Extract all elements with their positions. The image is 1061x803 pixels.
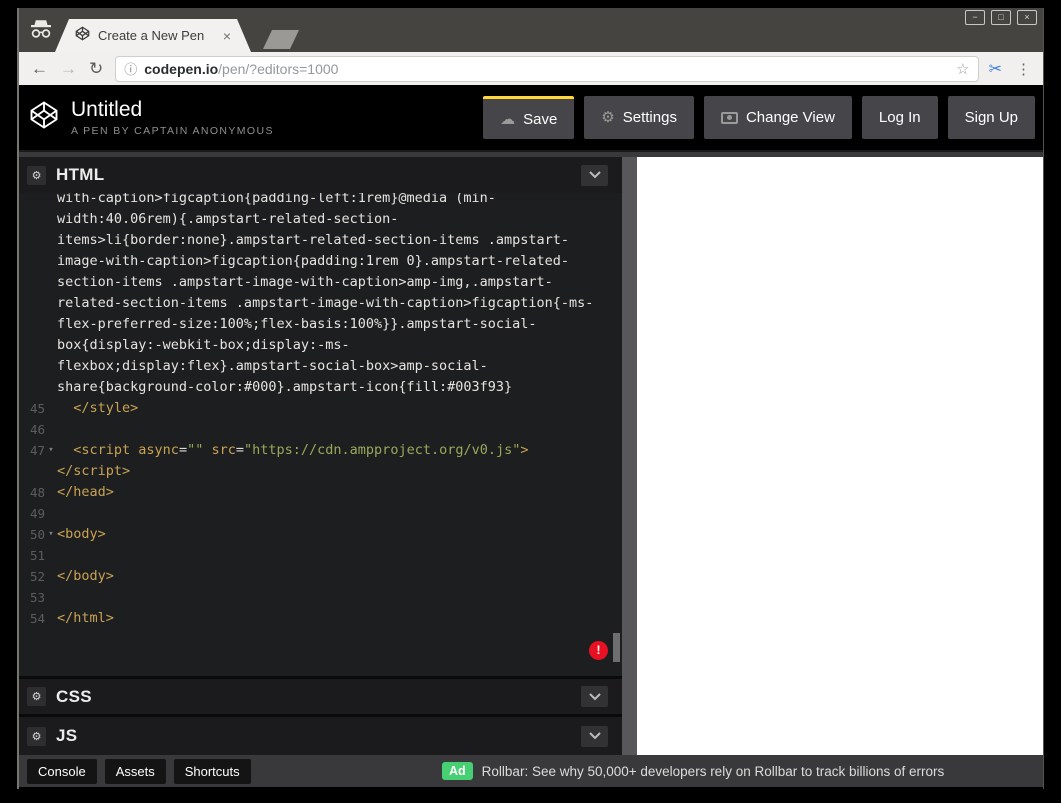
fold-marker-icon[interactable]: ▾	[45, 524, 57, 545]
login-label: Log In	[879, 109, 921, 126]
screen-icon	[721, 112, 738, 124]
chevron-down-icon	[589, 693, 601, 701]
settings-button[interactable]: ⚙ Settings	[584, 96, 694, 139]
url-domain: codepen.io	[144, 61, 218, 77]
preview-pane	[637, 157, 1043, 755]
html-code-editor[interactable]: with-caption>figcaption{padding-left:1re…	[19, 193, 622, 676]
header-actions: ☁ Save ⚙ Settings Change View Log In Sig…	[483, 96, 1035, 139]
chevron-down-icon	[589, 732, 601, 740]
js-panel-label: JS	[56, 726, 77, 746]
html-panel-label: HTML	[56, 165, 104, 185]
js-panel-header: ⚙ JS	[19, 714, 622, 755]
code-line: 51	[19, 545, 622, 566]
extension-scissors-icon[interactable]: ✂	[989, 59, 1002, 79]
tab-close-icon[interactable]: ×	[223, 28, 231, 44]
save-button[interactable]: ☁ Save	[483, 96, 574, 139]
code-line: flex-preferred-size:100%;flex-basis:100%…	[19, 314, 622, 335]
code-line: </script>	[19, 461, 622, 482]
minimize-button[interactable]: −	[965, 10, 985, 25]
code-line: 53	[19, 587, 622, 608]
html-settings-gear-icon[interactable]: ⚙	[27, 166, 46, 185]
pen-author: A PEN BY CAPTAIN ANONYMOUS	[71, 125, 274, 137]
back-icon[interactable]: ←	[31, 60, 48, 77]
tab-title: Create a New Pen	[98, 28, 217, 43]
code-line: 46	[19, 419, 622, 440]
editor-column: ⚙ HTML with-caption>figcaption{padding-l…	[19, 157, 622, 755]
browser-toolbar: ← → ↻ ⓘ codepen.io /pen/?editors=1000 ☆ …	[19, 52, 1043, 85]
change-view-label: Change View	[746, 109, 835, 126]
tab-favicon-codepen-icon	[75, 26, 90, 46]
code-line: 49	[19, 503, 622, 524]
code-line: items>li{border:none}.ampstart-related-s…	[19, 230, 622, 251]
desktop: Create a New Pen × − □ × ← → ↻ ⓘ codepen…	[0, 0, 1061, 803]
browser-window: Create a New Pen × − □ × ← → ↻ ⓘ codepen…	[17, 8, 1044, 789]
url-path: /pen/?editors=1000	[218, 61, 338, 77]
assets-button[interactable]: Assets	[105, 759, 166, 784]
code-line: width:40.06rem){.ampstart-related-sectio…	[19, 209, 622, 230]
header-divider	[19, 150, 1043, 157]
codepen-header: Untitled A PEN BY CAPTAIN ANONYMOUS ☁ Sa…	[19, 85, 1043, 150]
maximize-button[interactable]: □	[991, 10, 1011, 25]
browser-titlebar: Create a New Pen × − □ ×	[19, 8, 1043, 52]
fold-marker-icon[interactable]: ▾	[45, 440, 57, 461]
incognito-icon	[28, 19, 54, 45]
change-view-button[interactable]: Change View	[704, 96, 852, 139]
css-settings-gear-icon[interactable]: ⚙	[27, 687, 46, 706]
reload-icon[interactable]: ↻	[89, 60, 103, 77]
codepen-logo-icon[interactable]	[29, 100, 59, 135]
console-button[interactable]: Console	[27, 759, 97, 784]
signup-label: Sign Up	[965, 109, 1018, 126]
css-panel-header: ⚙ CSS	[19, 676, 622, 714]
settings-label: Settings	[623, 109, 677, 126]
code-line: with-caption>figcaption{padding-left:1re…	[19, 193, 622, 209]
code-line: 47▾ <script async="" src="https://cdn.am…	[19, 440, 622, 461]
code-line: section-items .ampstart-image-with-capti…	[19, 272, 622, 293]
js-settings-gear-icon[interactable]: ⚙	[27, 727, 46, 746]
code-line: box{display:-webkit-box;display:-ms-	[19, 335, 622, 356]
browser-tab[interactable]: Create a New Pen ×	[55, 19, 251, 52]
shortcuts-button[interactable]: Shortcuts	[174, 759, 251, 784]
main-area: ⚙ HTML with-caption>figcaption{padding-l…	[19, 157, 1043, 755]
code-lines: with-caption>figcaption{padding-left:1re…	[19, 193, 622, 629]
error-badge[interactable]: !	[589, 641, 608, 660]
ad-badge: Ad	[442, 762, 473, 780]
code-line: related-section-items .ampstart-image-wi…	[19, 293, 622, 314]
new-tab-button[interactable]	[263, 30, 299, 49]
code-line: image-with-caption>figcaption{padding:1r…	[19, 251, 622, 272]
ad-text[interactable]: Rollbar: See why 50,000+ developers rely…	[482, 764, 945, 779]
editor-preview-splitter[interactable]	[622, 157, 637, 755]
css-collapse-button[interactable]	[581, 686, 608, 707]
js-collapse-button[interactable]	[581, 726, 608, 747]
html-collapse-button[interactable]	[581, 165, 608, 186]
browser-menu-icon[interactable]: ⋮	[1016, 60, 1031, 78]
bookmark-star-icon[interactable]: ☆	[956, 60, 969, 78]
gear-icon: ⚙	[601, 110, 614, 125]
pen-title-block: Untitled A PEN BY CAPTAIN ANONYMOUS	[71, 98, 274, 137]
cloud-icon: ☁	[500, 112, 515, 127]
signup-button[interactable]: Sign Up	[948, 96, 1035, 139]
chevron-down-icon	[589, 171, 601, 179]
pen-title[interactable]: Untitled	[71, 98, 274, 122]
page-info-icon[interactable]: ⓘ	[124, 59, 137, 78]
login-button[interactable]: Log In	[862, 96, 938, 139]
address-bar[interactable]: ⓘ codepen.io /pen/?editors=1000 ☆	[115, 56, 978, 82]
ad-banner[interactable]: Ad Rollbar: See why 50,000+ developers r…	[442, 755, 944, 787]
footer-bar: Console Assets Shortcuts Ad Rollbar: See…	[19, 755, 1043, 787]
code-line: 50▾<body>	[19, 524, 622, 545]
code-line: flexbox;display:flex}.ampstart-social-bo…	[19, 356, 622, 377]
close-button[interactable]: ×	[1017, 10, 1037, 25]
code-line: 52</body>	[19, 566, 622, 587]
editor-scrollbar-thumb[interactable]	[613, 633, 620, 662]
code-line: 48</head>	[19, 482, 622, 503]
html-panel-header: ⚙ HTML	[19, 157, 622, 193]
code-line: share{background-color:#000}.ampstart-ic…	[19, 377, 622, 398]
code-line: 45 </style>	[19, 398, 622, 419]
code-line: 54</html>	[19, 608, 622, 629]
save-label: Save	[523, 111, 557, 128]
forward-icon: →	[60, 60, 77, 77]
window-controls: − □ ×	[965, 10, 1037, 25]
css-panel-label: CSS	[56, 687, 92, 707]
